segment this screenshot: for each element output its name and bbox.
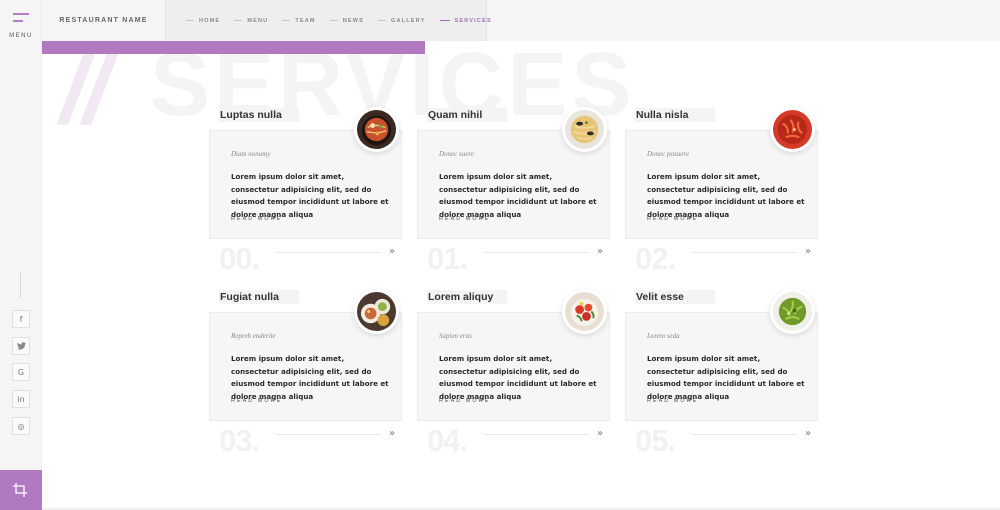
card-text: Lorem ipsum dolor sit amet, consectetur … [231, 354, 389, 401]
hero-slashes: // [60, 34, 111, 144]
card-subtitle: Diam nonumy [231, 150, 271, 158]
card-divider [692, 252, 797, 253]
nav-item-news[interactable]: NEWS [329, 18, 364, 24]
card-title: Lorem aliquy [428, 291, 494, 303]
nav-item-team[interactable]: TEAM [282, 18, 315, 24]
service-card: Repreh enderite Lorem ipsum dolor sit am… [209, 289, 413, 475]
chevron-double-right-icon[interactable]: » [805, 246, 811, 257]
chevron-double-right-icon[interactable]: » [805, 428, 811, 439]
card-subtitle: Lorem seda [647, 332, 680, 340]
google-icon[interactable]: G [12, 363, 30, 381]
card-number: 03. [219, 423, 260, 458]
read-more-link[interactable]: READ MORE [231, 398, 282, 404]
service-card: Lorem seda Lorem ipsum dolor sit amet, c… [625, 289, 829, 475]
top-header: RESTAURANT NAME HOME MENU TEAM NEWS GALL… [42, 0, 1000, 41]
card-divider [484, 434, 589, 435]
menu-label: MENU [9, 33, 33, 39]
card-number: 01. [427, 241, 468, 276]
rail-divider [20, 272, 21, 298]
twitter-icon[interactable] [12, 337, 30, 355]
card-divider [276, 252, 381, 253]
card-divider [276, 434, 381, 435]
read-more-link[interactable]: READ MORE [439, 216, 490, 222]
food-image-shrimp [770, 107, 815, 152]
card-subtitle: Sapien eras [439, 332, 472, 340]
card-subtitle: Donec suere [439, 150, 474, 158]
nav-item-services[interactable]: SERVICES [439, 18, 492, 24]
read-more-link[interactable]: READ MORE [439, 398, 490, 404]
card-subtitle: Donec posuere [647, 150, 689, 158]
card-text: Lorem ipsum dolor sit amet, consectetur … [647, 172, 805, 219]
card-title: Velit esse [636, 291, 684, 303]
service-card: Donec posuere Lorem ipsum dolor sit amet… [625, 107, 829, 293]
chevron-double-right-icon[interactable]: » [389, 428, 395, 439]
card-title: Fugiat nulla [220, 291, 279, 303]
chevron-double-right-icon[interactable]: » [389, 246, 395, 257]
card-title: Luptas nulla [220, 109, 282, 121]
card-divider [484, 252, 589, 253]
read-more-link[interactable]: READ MORE [231, 216, 282, 222]
service-card: Donec suere Lorem ipsum dolor sit amet, … [417, 107, 621, 293]
food-image-noodle-soup [354, 107, 399, 152]
read-more-link[interactable]: READ MORE [647, 216, 698, 222]
card-text: Lorem ipsum dolor sit amet, consectetur … [439, 354, 597, 401]
services-page: // SERVICES MENU f G in ◎ RESTAURANT NAM… [0, 0, 1000, 510]
left-rail: MENU f G in ◎ [0, 0, 42, 510]
crop-button[interactable] [0, 470, 42, 510]
card-title: Quam nihil [428, 109, 483, 121]
facebook-icon[interactable]: f [12, 310, 30, 328]
service-card: Sapien eras Lorem ipsum dolor sit amet, … [417, 289, 621, 475]
chevron-double-right-icon[interactable]: » [597, 246, 603, 257]
card-text: Lorem ipsum dolor sit amet, consectetur … [647, 354, 805, 401]
food-image-platter [354, 289, 399, 334]
restaurant-name[interactable]: RESTAURANT NAME [42, 0, 165, 41]
main-nav: HOME MENU TEAM NEWS GALLERY SERVICES [165, 0, 491, 41]
nav-item-menu[interactable]: MENU [234, 18, 268, 24]
card-text: Lorem ipsum dolor sit amet, consectetur … [231, 172, 389, 219]
read-more-link[interactable]: READ MORE [647, 398, 698, 404]
card-number: 05. [635, 423, 676, 458]
chevron-double-right-icon[interactable]: » [597, 428, 603, 439]
crop-icon [13, 483, 27, 497]
card-number: 00. [219, 241, 260, 276]
card-subtitle: Repreh enderite [231, 332, 276, 340]
card-number: 02. [635, 241, 676, 276]
nav-item-gallery[interactable]: GALLERY [378, 18, 425, 24]
card-text: Lorem ipsum dolor sit amet, consectetur … [439, 172, 597, 219]
food-image-pasta-mussels [562, 107, 607, 152]
card-divider [692, 434, 797, 435]
accent-bar [42, 41, 425, 54]
linkedin-icon[interactable]: in [12, 390, 30, 408]
card-number: 04. [427, 423, 468, 458]
hamburger-icon[interactable] [13, 13, 29, 23]
nav-item-home[interactable]: HOME [186, 18, 220, 24]
instagram-icon[interactable]: ◎ [12, 417, 30, 435]
food-image-tomato-salad [562, 289, 607, 334]
card-title: Nulla nisla [636, 109, 689, 121]
food-image-green-salad [770, 289, 815, 334]
service-card: Diam nonumy Lorem ipsum dolor sit amet, … [209, 107, 413, 293]
